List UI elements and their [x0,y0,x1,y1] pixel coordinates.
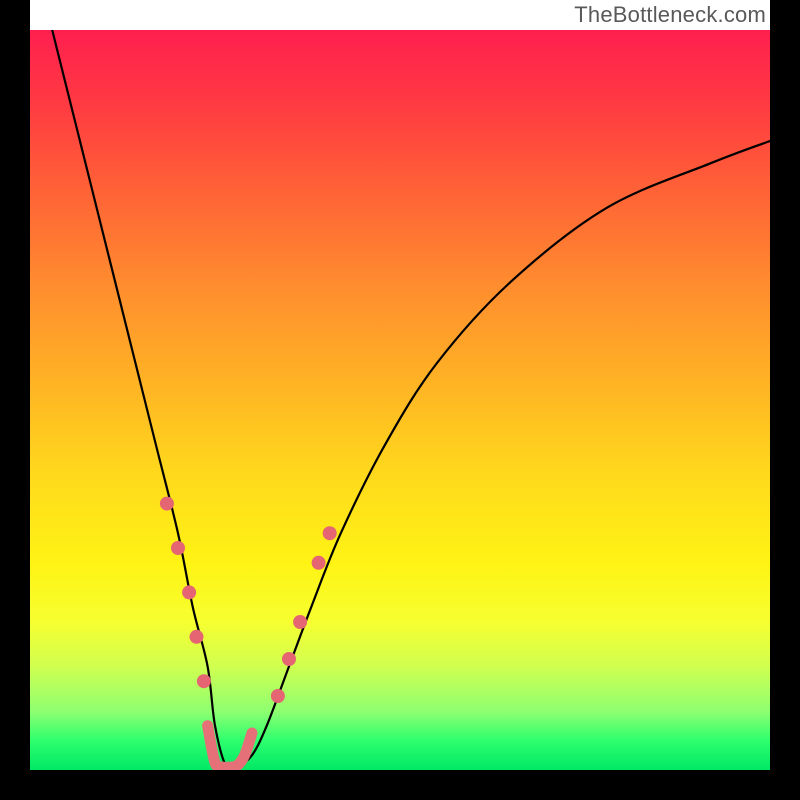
curve-svg [30,30,770,770]
accent-segment [208,726,252,768]
plot-area [30,30,770,770]
accent-dot [282,652,296,666]
accent-dot [312,556,326,570]
bottleneck-curve [52,30,770,770]
accent-dot [323,526,337,540]
accent-dot [160,497,174,511]
accent-dot [197,674,211,688]
accent-dot [171,541,185,555]
accent-dot [293,615,307,629]
accent-dot [190,630,204,644]
watermark-text: TheBottleneck.com [574,2,766,28]
accent-dot [182,585,196,599]
accent-dot [271,689,285,703]
chart-frame: TheBottleneck.com [0,0,800,800]
